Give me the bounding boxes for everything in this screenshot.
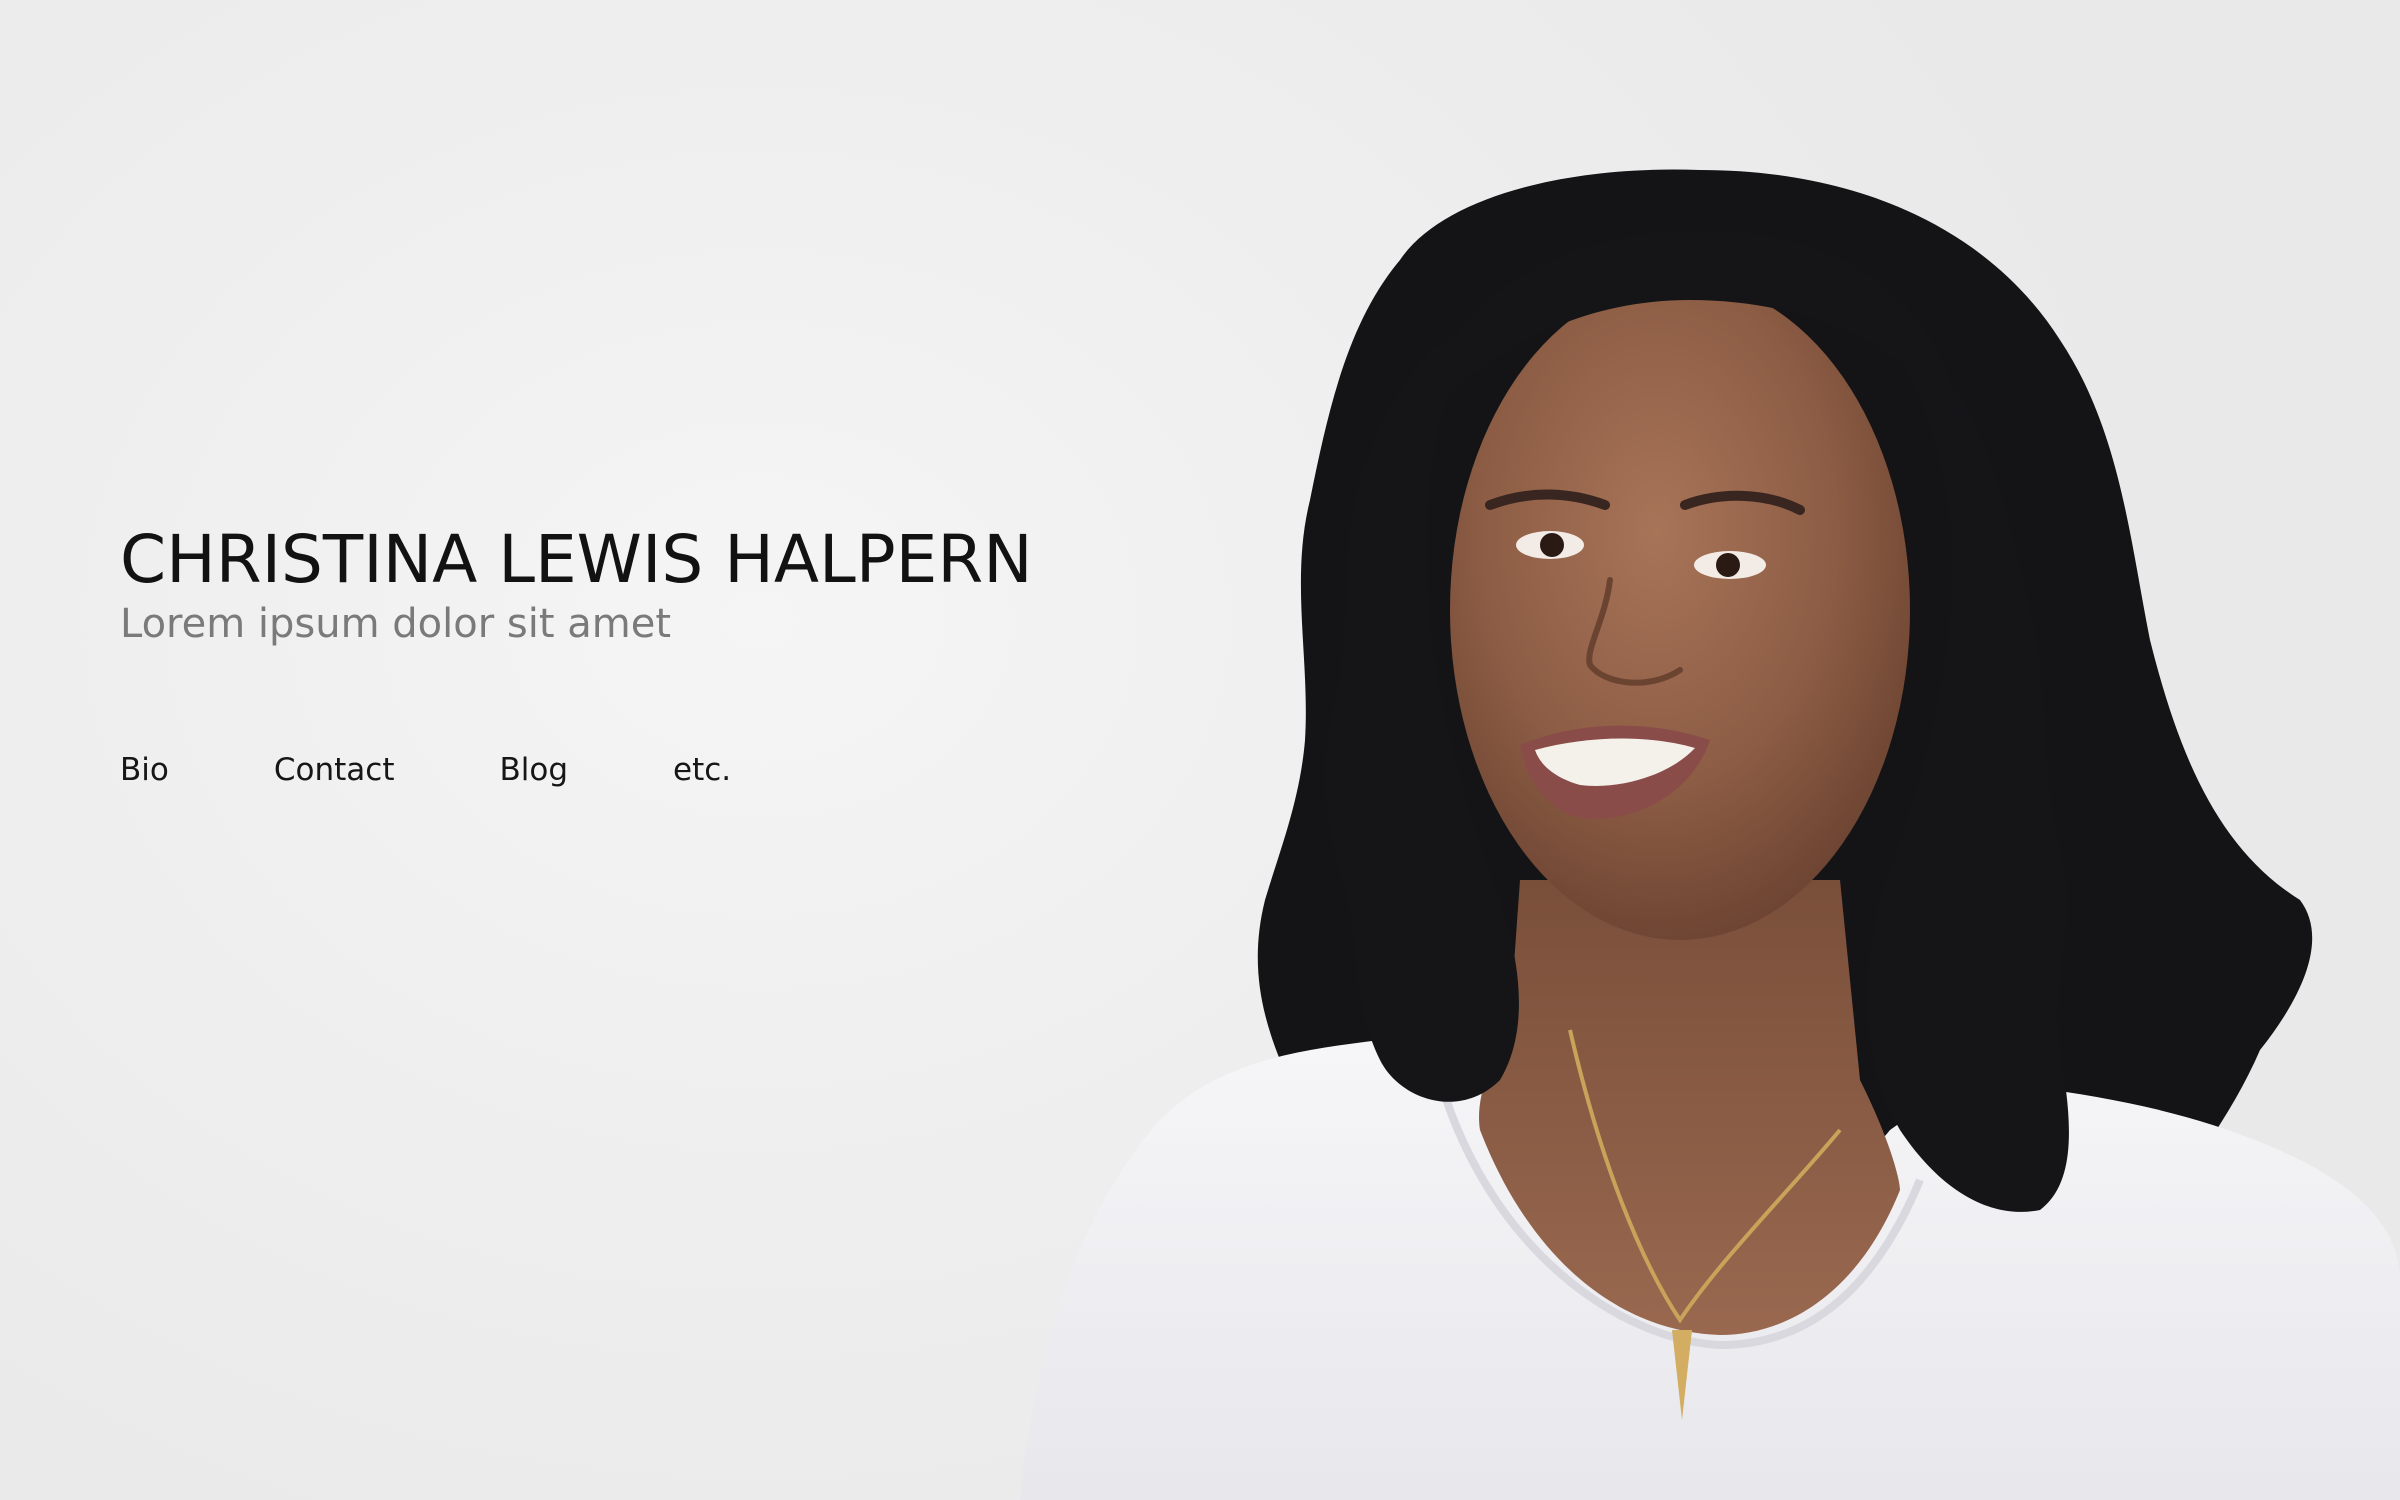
intro-block: CHRISTINA LEWIS HALPERN Lorem ipsum dolo… bbox=[120, 520, 1120, 652]
tagline: Lorem ipsum dolor sit amet bbox=[120, 601, 672, 647]
main-nav: Bio Contact Blog etc. bbox=[120, 746, 731, 794]
nav-link-blog[interactable]: Blog bbox=[499, 752, 568, 788]
nav-link-contact[interactable]: Contact bbox=[274, 752, 395, 788]
face bbox=[1450, 280, 1910, 940]
nav-link-bio[interactable]: Bio bbox=[120, 752, 169, 788]
nav-link-etc[interactable]: etc. bbox=[673, 752, 731, 788]
page-title: CHRISTINA LEWIS HALPERN bbox=[120, 521, 1033, 598]
